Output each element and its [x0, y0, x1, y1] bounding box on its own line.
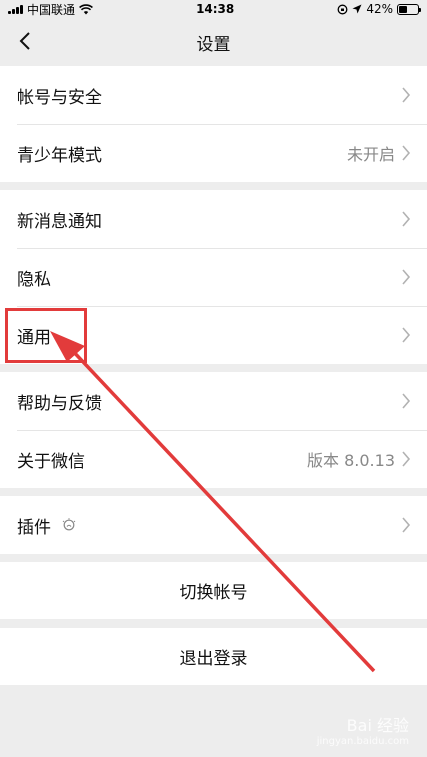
- watermark: Bai 经验 jingyan.baidu.com: [317, 712, 409, 747]
- settings-item-help-feedback[interactable]: 帮助与反馈: [0, 372, 427, 430]
- settings-group-help: 帮助与反馈 关于微信 版本 8.0.13: [0, 372, 427, 488]
- settings-item-account-security[interactable]: 帐号与安全: [0, 66, 427, 124]
- settings-item-label: 帐号与安全: [17, 87, 102, 108]
- youth-mode-status: 未开启: [346, 145, 395, 164]
- settings-item-about[interactable]: 关于微信 版本 8.0.13: [0, 430, 427, 488]
- settings-item-plugins[interactable]: 插件: [0, 496, 427, 554]
- chevron-right-icon: [402, 269, 411, 285]
- chevron-right-icon: [402, 327, 411, 343]
- wifi-icon: [79, 3, 93, 14]
- settings-item-notifications[interactable]: 新消息通知: [0, 190, 427, 248]
- settings-item-youth-mode[interactable]: 青少年模式 未开启: [0, 124, 427, 182]
- status-right: 42%: [337, 2, 421, 16]
- battery-icon: [396, 3, 421, 15]
- watermark-brand: Bai 经验: [346, 716, 409, 735]
- battery-level: [398, 5, 407, 13]
- status-left: 中国联通: [8, 1, 93, 18]
- settings-item-label: 青少年模式: [17, 145, 102, 166]
- chevron-left-icon: [19, 32, 30, 50]
- settings-item-label: 隐私: [17, 269, 51, 290]
- plugin-bulb-icon: [62, 518, 76, 531]
- switch-account-button[interactable]: 切换帐号: [0, 562, 427, 619]
- chevron-right-icon: [402, 393, 411, 409]
- chevron-right-icon: [402, 451, 411, 467]
- chevron-right-icon: [402, 517, 411, 533]
- highlight-box: [5, 308, 87, 363]
- settings-item-label: 新消息通知: [17, 211, 102, 232]
- rotation-lock-icon: [337, 4, 348, 14]
- logout-label: 退出登录: [179, 649, 248, 669]
- status-time: 14:38: [196, 2, 235, 16]
- settings-group-plugins: 插件: [0, 496, 427, 554]
- page-title: 设置: [196, 34, 231, 55]
- settings-group-account: 帐号与安全 青少年模式 未开启: [0, 66, 427, 182]
- chevron-right-icon: [402, 145, 411, 161]
- version-label: 版本 8.0.13: [307, 451, 395, 470]
- logout-button[interactable]: 退出登录: [0, 628, 427, 685]
- battery-percent: 42%: [366, 2, 393, 16]
- watermark-url: jingyan.baidu.com: [316, 736, 409, 747]
- nav-bar: 设置: [0, 18, 427, 66]
- switch-account-label: 切换帐号: [179, 583, 248, 603]
- settings-item-label: 插件: [17, 517, 51, 538]
- settings-item-privacy[interactable]: 隐私: [0, 248, 427, 306]
- settings-item-label: 帮助与反馈: [17, 393, 102, 414]
- chevron-right-icon: [402, 211, 411, 227]
- chevron-right-icon: [402, 87, 411, 103]
- carrier-label: 中国联通: [27, 2, 76, 17]
- back-button[interactable]: [12, 28, 38, 54]
- status-bar: 中国联通 14:38 42%: [0, 0, 427, 18]
- settings-item-label: 关于微信: [17, 451, 85, 472]
- signal-icon: [8, 4, 23, 14]
- location-icon: [352, 4, 362, 14]
